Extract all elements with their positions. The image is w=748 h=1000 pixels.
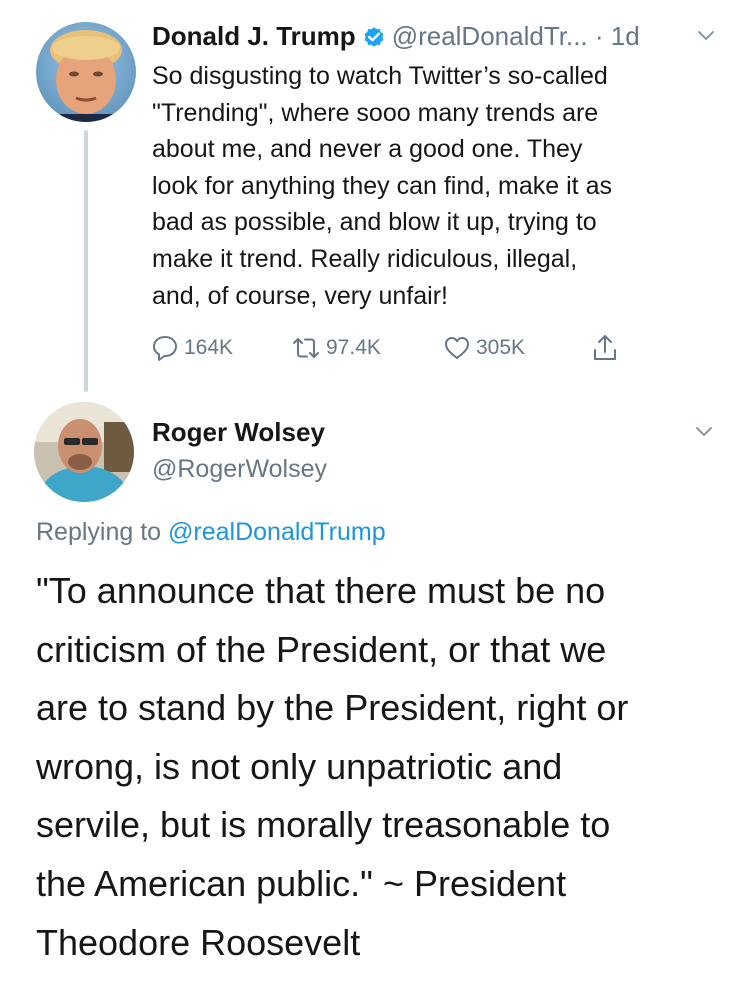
reply-count: 164K: [184, 336, 234, 359]
thread-connector: [84, 130, 88, 392]
chevron-down-icon[interactable]: [696, 28, 716, 44]
tweet-text: So disgusting to watch Twitter’s so-call…: [152, 58, 732, 314]
retweet-count: 97.4K: [326, 336, 381, 359]
replying-to: Replying to @realDonaldTrump: [36, 514, 386, 550]
tweet-actions: 164K 97.4K 305K: [150, 330, 650, 366]
tweet-text-line: So disgusting to watch Twitter’s so-call…: [152, 62, 608, 90]
reply-text: "To announce that there must be no criti…: [36, 562, 726, 972]
share-icon: [594, 335, 616, 360]
replying-prefix: Replying to: [36, 518, 162, 546]
tweet-text-line: bad as possible, and blow it up, trying …: [152, 208, 597, 237]
heart-icon: [445, 337, 469, 359]
verified-badge-icon: [364, 27, 384, 47]
author-avatar[interactable]: [36, 22, 136, 122]
retweet-button[interactable]: 97.4K: [290, 330, 381, 366]
reply-text-line: criticism of the President, or that we: [36, 628, 607, 670]
chevron-down-icon[interactable]: [694, 424, 714, 440]
like-count: 305K: [476, 336, 526, 359]
tweet-header: Donald J. Trump @realDonaldTr... · 1d: [152, 18, 712, 54]
reply-text-line: are to stand by the President, right or: [36, 687, 629, 729]
tweet-text-line: about me, and never a good one. They: [152, 135, 583, 164]
tweet-text-line: look for anything they can find, make it…: [152, 171, 612, 200]
reply-text-line: wrong, is not only unpatriotic and: [36, 745, 563, 787]
reply-text-line: servile, but is morally treasonable to: [36, 804, 611, 846]
reply-text-line: "To announce that there must be no: [36, 570, 606, 611]
author-name[interactable]: Donald J. Trump: [152, 21, 356, 51]
reply-author-name[interactable]: Roger Wolsey: [152, 414, 325, 450]
separator-dot: ·: [594, 21, 604, 51]
avatar-image: [36, 22, 136, 122]
tweet-text-line: "Trending", where sooo many trends are: [152, 98, 599, 127]
author-handle[interactable]: @realDonaldTr...: [392, 21, 588, 51]
reply-author-handle[interactable]: @RogerWolsey: [152, 451, 327, 487]
reply-text-line: Theodore Roosevelt: [36, 921, 361, 963]
reply-button[interactable]: 164K: [150, 330, 233, 366]
avatar-image: [34, 402, 134, 502]
replying-handle-link[interactable]: @realDonaldTrump: [168, 518, 386, 546]
reply-icon: [153, 336, 177, 361]
tweet-text-line: and, of course, very unfair!: [152, 281, 448, 310]
tweet-text-line: make it trend. Really ridiculous, illega…: [152, 244, 578, 273]
reply-text-line: the American public." ~ President: [36, 862, 567, 904]
reply-author-avatar[interactable]: [34, 402, 134, 502]
retweet-icon: [293, 338, 319, 358]
tweet-timestamp[interactable]: 1d: [611, 21, 640, 51]
like-button[interactable]: 305K: [442, 330, 525, 366]
share-button[interactable]: [590, 330, 624, 366]
